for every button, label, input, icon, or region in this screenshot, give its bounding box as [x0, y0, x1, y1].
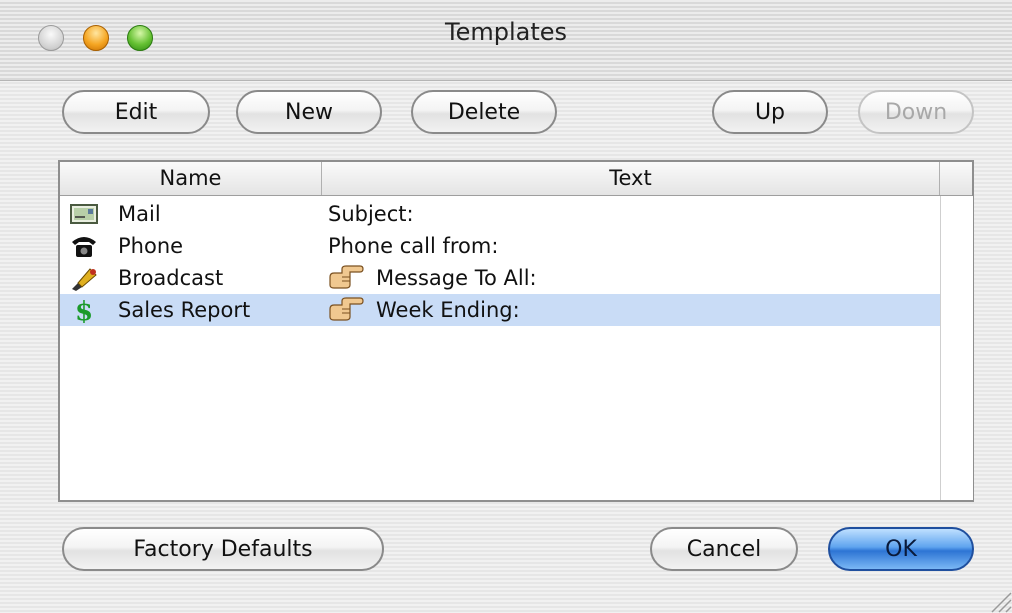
row-text-cell: Message To All:	[328, 262, 537, 294]
edit-button[interactable]: Edit	[62, 90, 210, 134]
row-name: Broadcast	[118, 266, 224, 290]
factory-defaults-button[interactable]: Factory Defaults	[62, 527, 384, 571]
resize-grip-icon[interactable]	[984, 585, 1012, 613]
row-text-cell: Week Ending:	[328, 294, 520, 326]
telephone-icon	[72, 237, 96, 257]
row-name: Mail	[118, 202, 161, 226]
window-title: Templates	[444, 18, 567, 46]
ok-button[interactable]: OK	[828, 527, 974, 571]
table-row[interactable]: Phone Phone call from:	[60, 230, 940, 262]
row-text: Subject:	[328, 202, 414, 226]
title-bar[interactable]: Templates	[0, 0, 1012, 81]
row-text: Phone call from:	[328, 234, 499, 258]
down-button: Down	[858, 90, 974, 134]
table-row[interactable]: Broadcast Message To All:	[60, 262, 940, 294]
table-row[interactable]: Mail Subject:	[60, 198, 940, 230]
templates-window: Templates Edit New Delete Up Down Name T…	[0, 0, 1012, 613]
cancel-button[interactable]: Cancel	[650, 527, 798, 571]
delete-button[interactable]: Delete	[411, 90, 557, 134]
column-header-name[interactable]: Name	[60, 162, 322, 195]
megaphone-icon	[72, 268, 97, 291]
header-corner	[940, 162, 972, 195]
column-header-text[interactable]: Text	[322, 162, 940, 195]
pointing-hand-icon	[329, 265, 364, 289]
row-text: Message To All:	[376, 266, 537, 290]
vertical-scrollbar[interactable]	[940, 196, 973, 500]
pointing-hand-icon	[329, 297, 364, 321]
row-name: Sales Report	[118, 298, 251, 322]
row-name: Phone	[118, 234, 184, 258]
table-header: Name Text	[60, 162, 972, 196]
table-row-selected[interactable]: $ Sales Report Week Ending:	[60, 294, 940, 326]
up-button[interactable]: Up	[712, 90, 828, 134]
dollar-icon: $	[75, 297, 93, 323]
mail-icon	[70, 204, 98, 224]
svg-text:$: $	[75, 297, 93, 323]
row-text: Week Ending:	[376, 298, 520, 322]
templates-table[interactable]: Name Text Mail Subject: Phone Phone call	[58, 160, 974, 502]
new-button[interactable]: New	[236, 90, 382, 134]
